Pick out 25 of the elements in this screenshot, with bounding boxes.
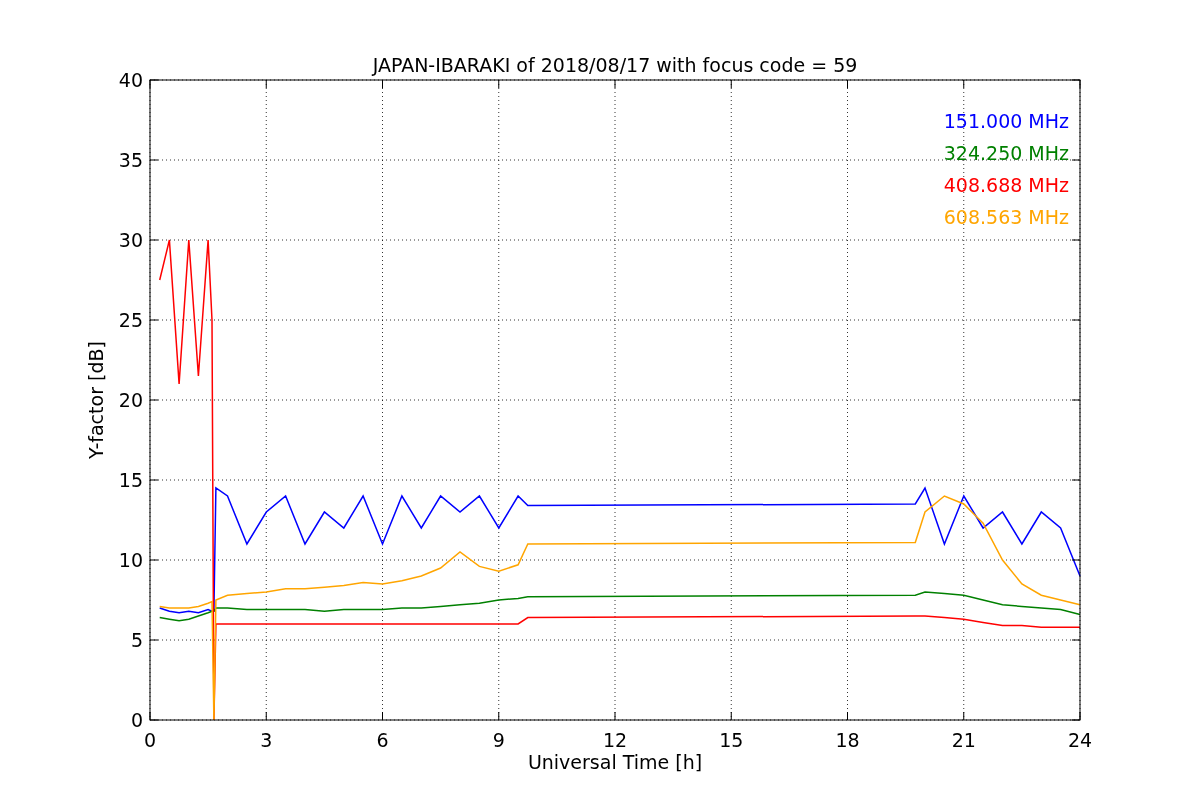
x-tick-label: 24 bbox=[1067, 729, 1093, 751]
y-tick-label: 5 bbox=[130, 629, 143, 651]
legend-label: 408.688 MHz bbox=[943, 174, 1069, 196]
y-tick-label: 10 bbox=[118, 549, 143, 571]
y-tick-label: 15 bbox=[118, 469, 143, 491]
y-tick-label: 35 bbox=[118, 149, 143, 171]
x-tick-label: 21 bbox=[951, 729, 976, 751]
x-tick-label: 6 bbox=[376, 729, 389, 751]
y-tick-label: 30 bbox=[118, 229, 143, 251]
chart-title: JAPAN-IBARAKI of 2018/08/17 with focus code = 59 bbox=[372, 54, 858, 76]
legend-label: 608.563 MHz bbox=[943, 206, 1069, 228]
legend-label: 324.250 MHz bbox=[943, 142, 1069, 164]
x-tick-label: 3 bbox=[260, 729, 273, 751]
y-tick-label: 25 bbox=[118, 309, 143, 331]
x-tick-label: 0 bbox=[143, 729, 157, 751]
x-tick-label: 18 bbox=[835, 729, 860, 751]
y-tick-label: 20 bbox=[118, 389, 143, 411]
x-axis-label: Universal Time [h] bbox=[527, 751, 703, 773]
y-axis-label: Y-factor [dB] bbox=[85, 341, 107, 459]
legend-label: 151.000 MHz bbox=[943, 110, 1069, 132]
y-tick-label: 40 bbox=[118, 69, 143, 91]
x-tick-label: 15 bbox=[719, 729, 744, 751]
y-tick-label: 0 bbox=[130, 709, 143, 731]
x-tick-label: 12 bbox=[602, 729, 628, 751]
x-tick-label: 9 bbox=[492, 729, 505, 751]
